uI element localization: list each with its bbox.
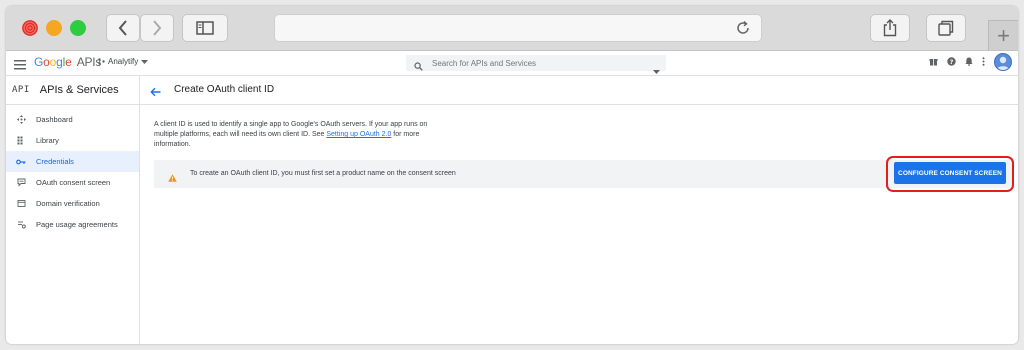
project-name: Analytify bbox=[108, 57, 139, 66]
page-title: Create OAuth client ID bbox=[174, 84, 275, 95]
new-tab-button[interactable]: + bbox=[988, 20, 1018, 50]
sidebar-item-dashboard[interactable]: Dashboard bbox=[6, 109, 139, 130]
sidebar-toggle-button[interactable] bbox=[182, 14, 228, 42]
back-button[interactable] bbox=[106, 14, 140, 42]
browser-toolbar: + bbox=[6, 6, 1018, 51]
tabs-icon bbox=[938, 20, 954, 36]
tabs-overview-button[interactable] bbox=[926, 14, 966, 42]
sidebar-item-oauth-consent[interactable]: OAuth consent screen bbox=[6, 172, 139, 193]
sidebar-item-label: OAuth consent screen bbox=[36, 178, 111, 187]
library-icon bbox=[6, 136, 36, 145]
share-icon bbox=[883, 19, 897, 37]
banner-text: To create an OAuth client ID, you must f… bbox=[190, 170, 456, 177]
dashboard-icon bbox=[6, 115, 36, 124]
sidebar-item-label: Dashboard bbox=[36, 115, 73, 124]
sidebar: API APIs & Services Dashboard Library Cr… bbox=[6, 76, 140, 344]
zoom-window-button[interactable] bbox=[70, 20, 86, 36]
consent-icon bbox=[6, 178, 36, 187]
minimize-window-button[interactable] bbox=[46, 20, 62, 36]
page-header: Create OAuth client ID bbox=[140, 76, 1018, 105]
menu-icon[interactable] bbox=[14, 57, 26, 75]
sidebar-icon bbox=[196, 21, 214, 35]
gift-icon[interactable] bbox=[929, 53, 938, 71]
share-button[interactable] bbox=[870, 14, 910, 42]
sidebar-item-label: Domain verification bbox=[36, 199, 100, 208]
sidebar-item-library[interactable]: Library bbox=[6, 130, 139, 151]
consent-warning-banner: To create an OAuth client ID, you must f… bbox=[154, 160, 1014, 188]
address-bar[interactable] bbox=[274, 14, 762, 42]
agreements-icon bbox=[6, 220, 36, 229]
close-window-button[interactable] bbox=[22, 20, 38, 36]
project-selector[interactable]: Analytify bbox=[98, 57, 149, 66]
caret-down-icon bbox=[141, 59, 149, 64]
domain-icon bbox=[6, 199, 36, 208]
warning-icon bbox=[168, 169, 177, 187]
chevron-right-icon bbox=[153, 20, 162, 36]
key-icon bbox=[6, 159, 36, 165]
google-logo-text: Google bbox=[34, 55, 72, 69]
sidebar-item-credentials[interactable]: Credentials bbox=[6, 151, 139, 172]
search-input[interactable] bbox=[432, 55, 632, 71]
setting-up-oauth-link[interactable]: Setting up OAuth 2.0 bbox=[326, 131, 391, 138]
reload-icon[interactable] bbox=[735, 20, 751, 41]
main-content: Create OAuth client ID A client ID is us… bbox=[140, 76, 1018, 344]
account-avatar[interactable] bbox=[994, 53, 1012, 71]
sidebar-title: APIs & Services bbox=[39, 84, 119, 96]
user-icon bbox=[996, 56, 1010, 70]
sidebar-item-label: Credentials bbox=[36, 157, 74, 166]
google-apis-logo[interactable]: Google APIs bbox=[34, 55, 101, 69]
console-header: Google APIs Analytify ? bbox=[6, 51, 1018, 76]
description-text: A client ID is used to identify a single… bbox=[154, 120, 444, 150]
svg-text:?: ? bbox=[950, 58, 954, 66]
more-options-icon[interactable] bbox=[982, 53, 985, 71]
sidebar-header: API APIs & Services bbox=[6, 76, 139, 105]
configure-consent-screen-button[interactable]: CONFIGURE CONSENT SCREEN bbox=[894, 162, 1006, 184]
project-icon bbox=[98, 58, 105, 65]
sidebar-item-label: Page usage agreements bbox=[36, 220, 118, 229]
search-icon bbox=[414, 58, 423, 76]
browser-window: + Google APIs Analytify Search for APIs … bbox=[6, 6, 1018, 344]
notifications-icon[interactable] bbox=[965, 53, 973, 71]
forward-button[interactable] bbox=[140, 14, 174, 42]
plus-icon: + bbox=[997, 22, 1010, 48]
back-arrow-icon[interactable] bbox=[150, 84, 161, 102]
search-bar[interactable] bbox=[406, 55, 666, 74]
help-icon[interactable]: ? bbox=[947, 53, 956, 71]
chevron-left-icon bbox=[118, 20, 127, 36]
header-actions: ? bbox=[929, 53, 1012, 71]
api-logo: API bbox=[12, 85, 30, 95]
sidebar-item-page-usage-agreements[interactable]: Page usage agreements bbox=[6, 214, 139, 235]
sidebar-item-label: Library bbox=[36, 136, 59, 145]
sidebar-item-domain-verification[interactable]: Domain verification bbox=[6, 193, 139, 214]
